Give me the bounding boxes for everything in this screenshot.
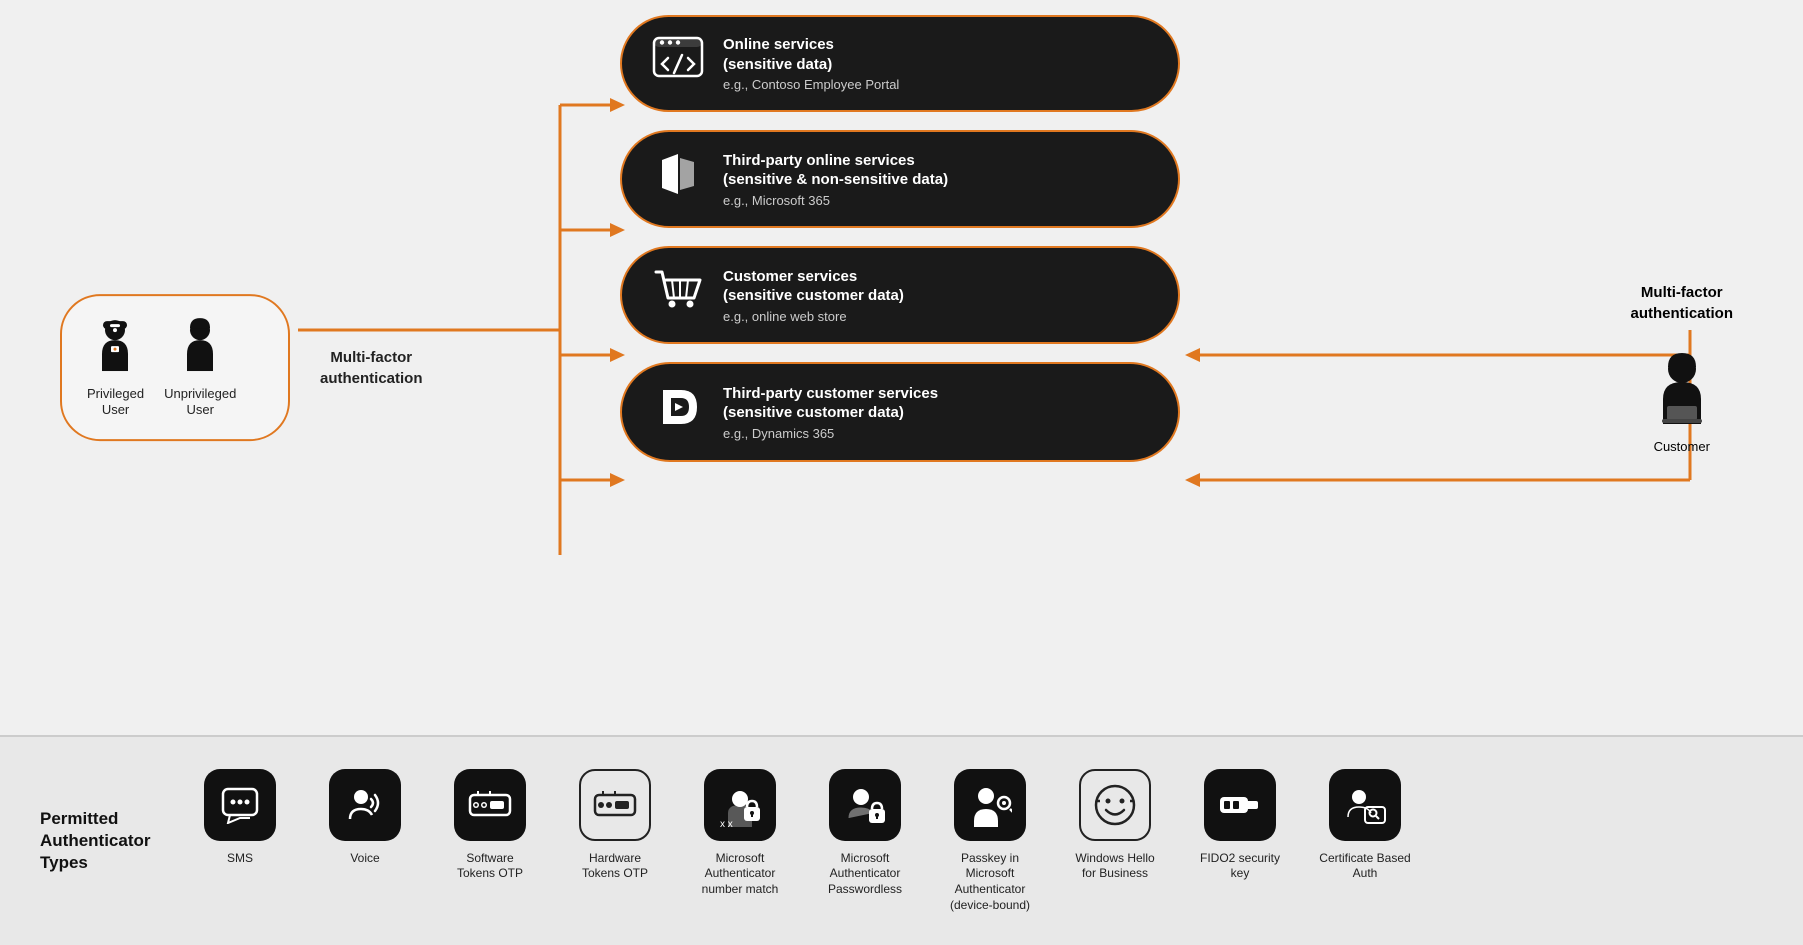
fido2-icon: [1204, 769, 1276, 841]
mfa-label-left: Multi-factor authentication: [320, 347, 423, 389]
auth-voice: Voice: [315, 769, 415, 867]
ms-number-icon: x x: [704, 769, 776, 841]
customer-section: Multi-factor authentication Customer: [1630, 282, 1733, 454]
mfa-line1: Multi-factor: [330, 349, 412, 366]
service-third-party-customer-text: Third-party customer services(sensitive …: [723, 384, 938, 441]
svg-text:x x: x x: [720, 819, 733, 827]
service-third-party-title: Third-party online services(sensitive & …: [723, 151, 948, 190]
sms-icon: [204, 769, 276, 841]
unprivileged-user: Unprivileged User: [164, 316, 236, 420]
hardware-token-icon: [579, 769, 651, 841]
mfa-line2: authentication: [320, 370, 423, 387]
ms-number-label: MicrosoftAuthenticatornumber match: [702, 851, 779, 898]
fido2-label: FIDO2 securitykey: [1200, 851, 1280, 882]
office-icon: [650, 150, 705, 208]
mfa-label-right: Multi-factor authentication: [1630, 282, 1733, 324]
privileged-user: Privileged User: [87, 316, 144, 420]
passkey-label: Passkey inMicrosoftAuthenticator(device-…: [950, 851, 1030, 913]
service-third-party-online: Third-party online services(sensitive & …: [620, 130, 1180, 228]
windows-hello-label: Windows Hellofor Business: [1075, 851, 1154, 882]
service-online-text: Online services(sensitive data) e.g., Co…: [723, 35, 899, 92]
hardware-token-label: HardwareTokens OTP: [582, 851, 648, 882]
ms-passwordless-label: MicrosoftAuthenticatorPasswordless: [828, 851, 902, 898]
auth-software-token: SoftwareTokens OTP: [440, 769, 540, 882]
auth-certificate: Certificate BasedAuth: [1315, 769, 1415, 882]
service-online: Online services(sensitive data) e.g., Co…: [620, 15, 1180, 112]
auth-sms: SMS: [190, 769, 290, 867]
bottom-section: Permitted Authenticator Types SMS: [0, 735, 1803, 945]
auth-ms-number: x x MicrosoftAuthenticatornumber match: [690, 769, 790, 898]
passkey-icon: [954, 769, 1026, 841]
certificate-label: Certificate BasedAuth: [1319, 851, 1410, 882]
auth-ms-passwordless: MicrosoftAuthenticatorPasswordless: [815, 769, 915, 898]
auth-types-list: SMS Voice: [190, 769, 1415, 913]
privileged-user-icon: [88, 316, 143, 380]
auth-windows-hello: Windows Hellofor Business: [1065, 769, 1165, 882]
service-customer-subtitle: e.g., online web store: [723, 309, 904, 324]
permitted-authenticator-heading: Permitted Authenticator Types: [40, 808, 160, 874]
windows-hello-icon: [1079, 769, 1151, 841]
privileged-user-label: Privileged User: [87, 386, 144, 420]
service-third-party-subtitle: e.g., Microsoft 365: [723, 193, 948, 208]
dynamics-icon: [650, 382, 705, 442]
service-customer-title: Customer services(sensitive customer dat…: [723, 267, 904, 306]
auth-passkey: Passkey inMicrosoftAuthenticator(device-…: [940, 769, 1040, 913]
service-third-party-customer-title: Third-party customer services(sensitive …: [723, 384, 938, 423]
unprivileged-user-label: Unprivileged User: [164, 386, 236, 420]
customer-icon: [1647, 349, 1717, 429]
service-third-party-customer-subtitle: e.g., Dynamics 365: [723, 426, 938, 441]
mfa-right-line1: Multi-factor: [1641, 284, 1723, 301]
main-container: Privileged User Unprivileged User Multi-…: [0, 0, 1803, 945]
mfa-right-line2: authentication: [1630, 305, 1733, 322]
service-online-subtitle: e.g., Contoso Employee Portal: [723, 77, 899, 92]
ms-passwordless-icon: [829, 769, 901, 841]
users-box: Privileged User Unprivileged User: [60, 294, 290, 442]
certificate-icon: [1329, 769, 1401, 841]
software-token-icon: [454, 769, 526, 841]
service-customer-text: Customer services(sensitive customer dat…: [723, 267, 904, 324]
sms-label: SMS: [227, 851, 253, 867]
service-online-title: Online services(sensitive data): [723, 35, 899, 74]
cart-icon: [650, 266, 705, 324]
service-customer: Customer services(sensitive customer dat…: [620, 246, 1180, 344]
auth-hardware-token: HardwareTokens OTP: [565, 769, 665, 882]
voice-label: Voice: [350, 851, 379, 867]
code-icon: [650, 36, 705, 91]
top-section: Privileged User Unprivileged User Multi-…: [0, 0, 1803, 735]
software-token-label: SoftwareTokens OTP: [457, 851, 523, 882]
auth-fido2: FIDO2 securitykey: [1190, 769, 1290, 882]
services-column: Online services(sensitive data) e.g., Co…: [620, 15, 1180, 462]
unprivileged-user-icon: [173, 316, 228, 380]
customer-label: Customer: [1654, 439, 1710, 454]
voice-icon: [329, 769, 401, 841]
service-third-party-text: Third-party online services(sensitive & …: [723, 151, 948, 208]
service-third-party-customer: Third-party customer services(sensitive …: [620, 362, 1180, 462]
